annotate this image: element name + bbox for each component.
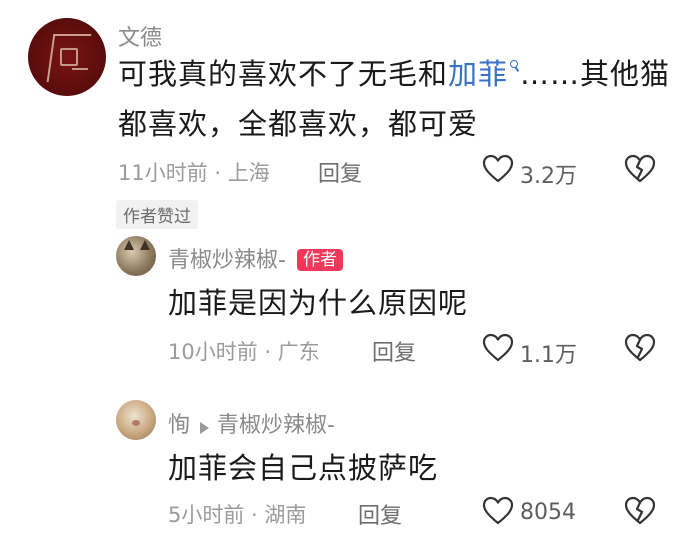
like-count: 8054: [520, 500, 576, 525]
avatar[interactable]: [116, 236, 156, 276]
cat-ear: [124, 240, 134, 250]
comment-text: 可我真的喜欢不了无毛和加菲 ……其他猫: [118, 52, 670, 96]
comment-text-part: 可我真的喜欢不了无毛和: [118, 57, 449, 91]
like-count: 1.1万: [520, 343, 577, 368]
reply-arrow-icon: [200, 421, 210, 434]
reply-text: 加菲是因为什么原因呢: [168, 286, 469, 320]
heart-icon[interactable]: [482, 333, 514, 363]
calligraphy-stroke: [72, 68, 88, 70]
reply-button[interactable]: 回复: [372, 335, 416, 367]
comment-meta: 11小时前 · 上海: [118, 161, 270, 185]
heart-icon[interactable]: [482, 496, 514, 526]
reply-author[interactable]: 青椒炒辣椒-: [168, 248, 286, 273]
avatar[interactable]: [28, 18, 106, 96]
search-link[interactable]: 加菲: [448, 57, 520, 91]
reply-to-author[interactable]: 青椒炒辣椒-: [217, 413, 335, 438]
author-liked-tag: 作者赞过: [116, 200, 198, 229]
avatar[interactable]: [116, 400, 156, 440]
search-icon: [510, 60, 520, 74]
reply-text: 加菲会自己点披萨吃: [168, 451, 439, 485]
cat-nose: [132, 420, 140, 426]
reply-meta: 5小时前 · 湖南: [168, 503, 307, 527]
author-badge: 作者: [297, 249, 344, 271]
dislike-icon[interactable]: [624, 496, 656, 526]
reply-meta: 10小时前 · 广东: [168, 340, 320, 364]
reply-author[interactable]: 恂: [168, 413, 190, 438]
reply-header: 恂 青椒炒辣椒-: [168, 407, 335, 439]
cat-ear: [140, 240, 150, 250]
reply-button[interactable]: 回复: [358, 498, 402, 530]
dislike-icon[interactable]: [624, 333, 656, 363]
reply-header: 青椒炒辣椒- 作者: [168, 242, 344, 274]
comment-author[interactable]: 文德: [118, 20, 162, 52]
calligraphy-stroke: [60, 48, 78, 66]
search-link-text[interactable]: 加菲: [448, 57, 508, 91]
dislike-icon[interactable]: [624, 154, 656, 184]
like-count: 3.2万: [520, 164, 577, 189]
reply-button[interactable]: 回复: [318, 156, 362, 188]
heart-icon[interactable]: [482, 154, 514, 184]
comment-text-part: ……其他猫: [520, 57, 671, 91]
comment-text-line: 都喜欢，全都喜欢，都可爱: [118, 107, 479, 141]
